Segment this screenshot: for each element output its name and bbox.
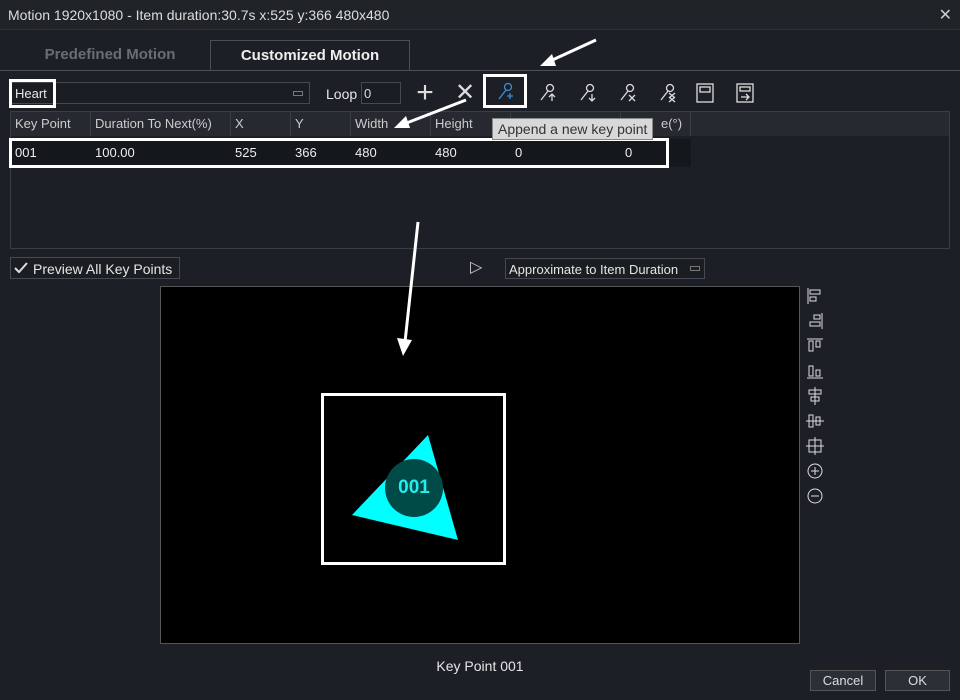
align-bottom-icon[interactable] bbox=[805, 361, 825, 381]
key-point-table: Key Point Duration To Next(%) X Y Width … bbox=[9, 111, 950, 249]
zoom-out-icon[interactable] bbox=[805, 486, 825, 506]
preview-all-checkbox[interactable]: Preview All Key Points bbox=[10, 257, 180, 279]
approximate-label: Approximate to Item Duration bbox=[509, 262, 679, 277]
export-template-icon[interactable] bbox=[728, 78, 762, 108]
loop-input[interactable] bbox=[361, 82, 401, 104]
header-width[interactable]: Width bbox=[351, 112, 431, 136]
save-template-icon[interactable] bbox=[688, 78, 722, 108]
window-title: Motion 1920x1080 - Item duration:30.7s x… bbox=[8, 7, 390, 23]
preview-all-label: Preview All Key Points bbox=[33, 261, 173, 277]
key-point-badge: 001 bbox=[398, 477, 430, 498]
align-left-icon[interactable] bbox=[805, 286, 825, 306]
remove-key-point-icon[interactable] bbox=[610, 78, 644, 108]
insert-key-point-before-icon[interactable] bbox=[530, 78, 564, 108]
insert-key-point-after-icon[interactable] bbox=[570, 78, 604, 108]
center-horizontal-icon[interactable] bbox=[805, 386, 825, 406]
header-filler bbox=[691, 112, 949, 136]
align-top-icon[interactable] bbox=[805, 336, 825, 356]
approximate-button[interactable]: Approximate to Item Duration bbox=[505, 258, 705, 279]
remove-all-key-points-icon[interactable] bbox=[650, 78, 684, 108]
cancel-button[interactable]: Cancel bbox=[810, 670, 876, 691]
dropdown-icon bbox=[690, 266, 700, 271]
tooltip: Append a new key point bbox=[492, 118, 654, 140]
dropdown-icon bbox=[293, 91, 303, 96]
play-icon[interactable]: ▷ bbox=[470, 257, 482, 277]
header-duration[interactable]: Duration To Next(%) bbox=[91, 112, 231, 136]
header-key-point[interactable]: Key Point bbox=[11, 112, 91, 136]
zoom-in-icon[interactable] bbox=[805, 461, 825, 481]
header-y[interactable]: Y bbox=[291, 112, 351, 136]
delete-icon[interactable]: ✕ bbox=[448, 78, 482, 108]
preview-canvas[interactable]: 001 bbox=[160, 286, 800, 644]
divider bbox=[0, 70, 960, 71]
close-icon[interactable]: ✕ bbox=[939, 5, 952, 25]
loop-label: Loop bbox=[326, 86, 358, 102]
tab-customized-motion[interactable]: Customized Motion bbox=[210, 40, 410, 70]
plus-icon[interactable]: + bbox=[408, 78, 442, 108]
highlight-box bbox=[9, 138, 669, 168]
header-x[interactable]: X bbox=[231, 112, 291, 136]
checkmark-icon bbox=[14, 262, 28, 274]
ok-button[interactable]: OK bbox=[885, 670, 950, 691]
highlight-box bbox=[9, 79, 56, 108]
center-both-icon[interactable] bbox=[805, 436, 825, 456]
append-key-point-icon[interactable] bbox=[483, 74, 527, 108]
tab-predefined-motion[interactable]: Predefined Motion bbox=[20, 40, 200, 70]
align-right-icon[interactable] bbox=[805, 311, 825, 331]
center-vertical-icon[interactable] bbox=[805, 411, 825, 431]
